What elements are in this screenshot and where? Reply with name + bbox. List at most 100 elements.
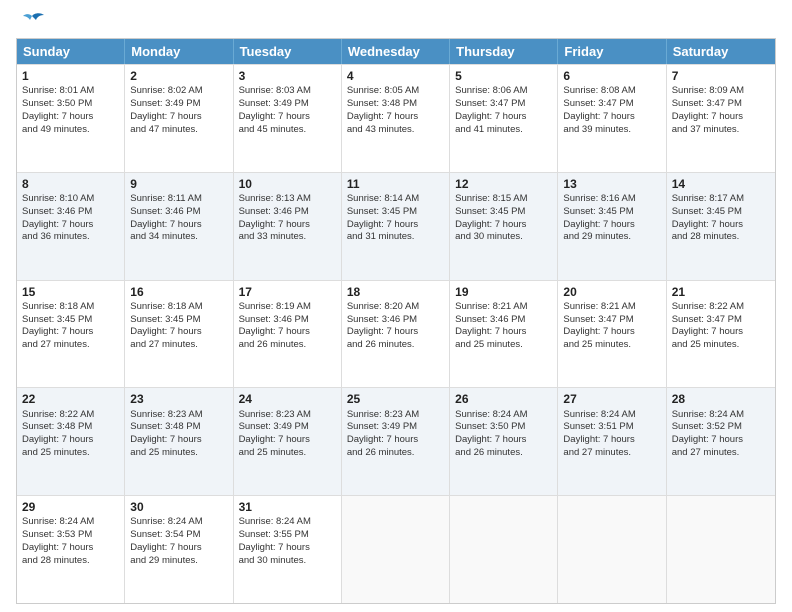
day-detail: Daylight: 7 hours: [22, 219, 119, 232]
calendar-cell: 27Sunrise: 8:24 AMSunset: 3:51 PMDayligh…: [558, 388, 666, 495]
day-detail: Sunset: 3:47 PM: [563, 314, 660, 327]
day-detail: Sunrise: 8:22 AM: [672, 301, 770, 314]
calendar-cell: 26Sunrise: 8:24 AMSunset: 3:50 PMDayligh…: [450, 388, 558, 495]
calendar-header: SundayMondayTuesdayWednesdayThursdayFrid…: [17, 39, 775, 64]
day-detail: and 34 minutes.: [130, 231, 227, 244]
day-detail: and 26 minutes.: [239, 339, 336, 352]
day-detail: and 27 minutes.: [130, 339, 227, 352]
calendar-cell: [342, 496, 450, 603]
day-detail: and 27 minutes.: [563, 447, 660, 460]
calendar-cell: 12Sunrise: 8:15 AMSunset: 3:45 PMDayligh…: [450, 173, 558, 280]
day-detail: Daylight: 7 hours: [563, 111, 660, 124]
calendar-cell: [558, 496, 666, 603]
day-detail: Sunset: 3:46 PM: [347, 314, 444, 327]
day-detail: Sunset: 3:48 PM: [130, 421, 227, 434]
day-detail: and 29 minutes.: [563, 231, 660, 244]
calendar-cell: [450, 496, 558, 603]
calendar-week-3: 15Sunrise: 8:18 AMSunset: 3:45 PMDayligh…: [17, 280, 775, 388]
calendar-cell: 20Sunrise: 8:21 AMSunset: 3:47 PMDayligh…: [558, 281, 666, 388]
day-detail: Daylight: 7 hours: [563, 326, 660, 339]
day-detail: Daylight: 7 hours: [239, 219, 336, 232]
day-number: 4: [347, 68, 444, 84]
day-detail: and 27 minutes.: [672, 447, 770, 460]
day-detail: Sunrise: 8:09 AM: [672, 85, 770, 98]
day-number: 16: [130, 284, 227, 300]
calendar-cell: 19Sunrise: 8:21 AMSunset: 3:46 PMDayligh…: [450, 281, 558, 388]
calendar-body: 1Sunrise: 8:01 AMSunset: 3:50 PMDaylight…: [17, 64, 775, 603]
day-detail: Daylight: 7 hours: [455, 111, 552, 124]
day-number: 10: [239, 176, 336, 192]
day-detail: Sunset: 3:47 PM: [672, 98, 770, 111]
day-number: 27: [563, 391, 660, 407]
day-number: 3: [239, 68, 336, 84]
day-number: 28: [672, 391, 770, 407]
day-number: 14: [672, 176, 770, 192]
day-detail: Daylight: 7 hours: [347, 219, 444, 232]
day-detail: Daylight: 7 hours: [130, 111, 227, 124]
day-detail: Sunset: 3:46 PM: [22, 206, 119, 219]
weekday-header-saturday: Saturday: [667, 39, 775, 64]
day-detail: and 49 minutes.: [22, 124, 119, 137]
day-detail: Sunset: 3:54 PM: [130, 529, 227, 542]
calendar-cell: 1Sunrise: 8:01 AMSunset: 3:50 PMDaylight…: [17, 65, 125, 172]
day-detail: Daylight: 7 hours: [563, 219, 660, 232]
day-detail: Sunset: 3:55 PM: [239, 529, 336, 542]
day-detail: Sunset: 3:47 PM: [563, 98, 660, 111]
day-number: 20: [563, 284, 660, 300]
day-detail: Sunrise: 8:02 AM: [130, 85, 227, 98]
calendar-week-2: 8Sunrise: 8:10 AMSunset: 3:46 PMDaylight…: [17, 172, 775, 280]
day-detail: Sunrise: 8:21 AM: [455, 301, 552, 314]
day-detail: Daylight: 7 hours: [130, 219, 227, 232]
day-detail: and 41 minutes.: [455, 124, 552, 137]
calendar-cell: 7Sunrise: 8:09 AMSunset: 3:47 PMDaylight…: [667, 65, 775, 172]
day-detail: Sunrise: 8:24 AM: [563, 409, 660, 422]
day-detail: Daylight: 7 hours: [130, 434, 227, 447]
calendar-cell: 31Sunrise: 8:24 AMSunset: 3:55 PMDayligh…: [234, 496, 342, 603]
calendar-cell: 24Sunrise: 8:23 AMSunset: 3:49 PMDayligh…: [234, 388, 342, 495]
day-detail: Sunrise: 8:24 AM: [455, 409, 552, 422]
day-detail: Sunrise: 8:24 AM: [239, 516, 336, 529]
calendar-cell: 9Sunrise: 8:11 AMSunset: 3:46 PMDaylight…: [125, 173, 233, 280]
day-detail: Sunrise: 8:11 AM: [130, 193, 227, 206]
calendar-week-5: 29Sunrise: 8:24 AMSunset: 3:53 PMDayligh…: [17, 495, 775, 603]
day-detail: Sunrise: 8:06 AM: [455, 85, 552, 98]
day-detail: Sunrise: 8:23 AM: [130, 409, 227, 422]
day-detail: Daylight: 7 hours: [563, 434, 660, 447]
day-detail: and 25 minutes.: [455, 339, 552, 352]
calendar-week-1: 1Sunrise: 8:01 AMSunset: 3:50 PMDaylight…: [17, 64, 775, 172]
day-detail: and 29 minutes.: [130, 555, 227, 568]
day-detail: Daylight: 7 hours: [455, 326, 552, 339]
calendar-cell: 28Sunrise: 8:24 AMSunset: 3:52 PMDayligh…: [667, 388, 775, 495]
calendar-cell: 18Sunrise: 8:20 AMSunset: 3:46 PMDayligh…: [342, 281, 450, 388]
day-detail: and 25 minutes.: [130, 447, 227, 460]
day-detail: Sunrise: 8:10 AM: [22, 193, 119, 206]
day-detail: Daylight: 7 hours: [239, 434, 336, 447]
day-detail: and 25 minutes.: [563, 339, 660, 352]
calendar-cell: 17Sunrise: 8:19 AMSunset: 3:46 PMDayligh…: [234, 281, 342, 388]
day-detail: and 28 minutes.: [22, 555, 119, 568]
day-detail: and 28 minutes.: [672, 231, 770, 244]
day-detail: Daylight: 7 hours: [239, 111, 336, 124]
weekday-header-monday: Monday: [125, 39, 233, 64]
day-detail: Sunrise: 8:15 AM: [455, 193, 552, 206]
day-number: 17: [239, 284, 336, 300]
page: SundayMondayTuesdayWednesdayThursdayFrid…: [0, 0, 792, 612]
weekday-header-thursday: Thursday: [450, 39, 558, 64]
day-detail: Daylight: 7 hours: [347, 434, 444, 447]
day-detail: Sunset: 3:45 PM: [130, 314, 227, 327]
day-detail: Daylight: 7 hours: [672, 219, 770, 232]
calendar-cell: 30Sunrise: 8:24 AMSunset: 3:54 PMDayligh…: [125, 496, 233, 603]
calendar-cell: 21Sunrise: 8:22 AMSunset: 3:47 PMDayligh…: [667, 281, 775, 388]
day-detail: Daylight: 7 hours: [455, 434, 552, 447]
day-number: 26: [455, 391, 552, 407]
calendar-cell: 10Sunrise: 8:13 AMSunset: 3:46 PMDayligh…: [234, 173, 342, 280]
logo: [16, 12, 46, 30]
day-detail: Sunset: 3:53 PM: [22, 529, 119, 542]
day-detail: Sunrise: 8:18 AM: [22, 301, 119, 314]
day-number: 18: [347, 284, 444, 300]
day-detail: Sunset: 3:45 PM: [672, 206, 770, 219]
weekday-header-wednesday: Wednesday: [342, 39, 450, 64]
day-detail: and 26 minutes.: [347, 447, 444, 460]
day-detail: Daylight: 7 hours: [347, 111, 444, 124]
day-detail: Sunrise: 8:23 AM: [239, 409, 336, 422]
